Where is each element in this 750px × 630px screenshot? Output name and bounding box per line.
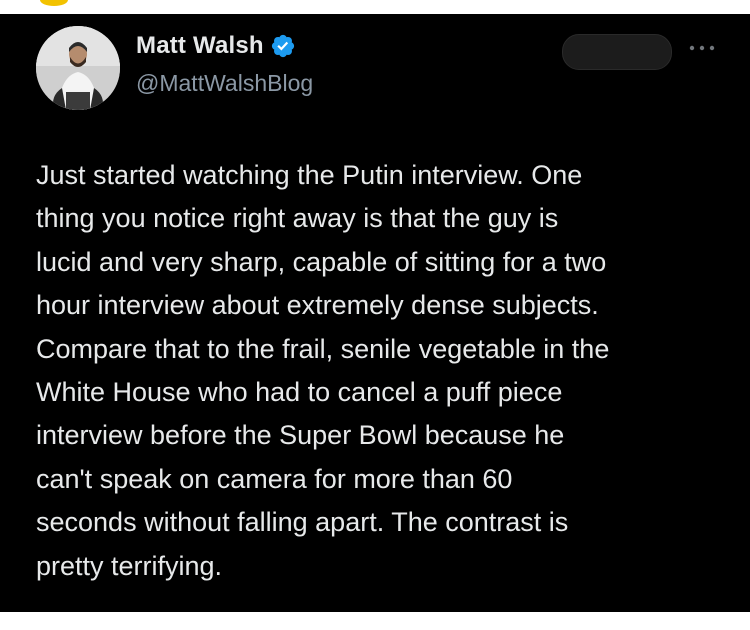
tweet-text-line: interview before the Super Bowl because … (36, 420, 565, 451)
tweet-text-line: lucid and very sharp, capable of sitting… (36, 246, 607, 277)
tweet-text-line: Compare that to the frail, senile vegeta… (36, 333, 610, 364)
bottom-background-strip (0, 612, 750, 630)
author-name-row: Matt Walsh (136, 32, 296, 60)
author-handle[interactable]: @MattWalshBlog (136, 70, 313, 97)
avatar-photo-icon (36, 26, 120, 110)
decorative-shape (40, 0, 68, 6)
more-dots-icon[interactable] (684, 38, 720, 58)
tweet-text-line: hour interview about extremely dense sub… (36, 290, 599, 321)
tweet-card[interactable]: Matt Walsh @MattWalshBlog Just started w… (0, 14, 750, 612)
tweet-text-line: White House who had to cancel a puff pie… (36, 377, 563, 408)
tweet-text-line: Just started watching the Putin intervie… (36, 160, 583, 190)
tweet-text-line: pretty terrifying. (36, 550, 223, 581)
tweet-text-line: seconds without falling apart. The contr… (36, 507, 569, 538)
verified-badge-icon (271, 34, 294, 58)
top-background-strip (0, 0, 750, 14)
author-avatar[interactable] (36, 26, 120, 110)
author-display-name[interactable]: Matt Walsh (136, 32, 264, 60)
subscribe-button[interactable] (562, 34, 672, 70)
tweet-text: Just started watching the Putin intervie… (36, 154, 726, 588)
tweet-text-line: thing you notice right away is that the … (36, 203, 559, 234)
more-dots-glyph-icon (689, 45, 715, 51)
tweet-text-line: can't speak on camera for more than 60 (36, 463, 513, 494)
